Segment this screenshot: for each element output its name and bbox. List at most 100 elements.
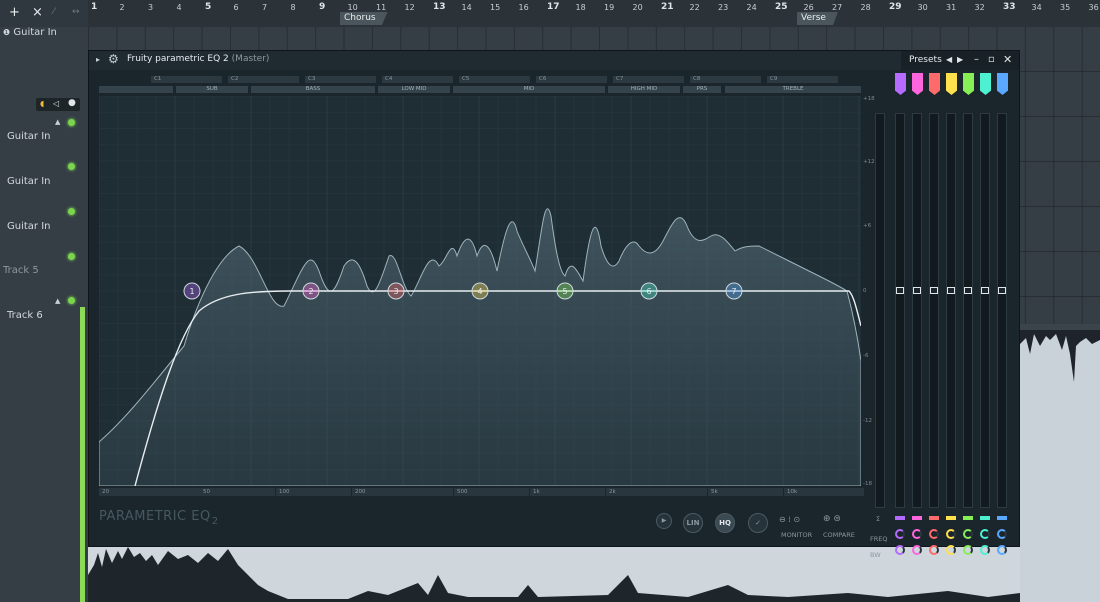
lin-button[interactable]: LIN bbox=[683, 513, 703, 533]
eq-band-node[interactable]: 4 bbox=[471, 282, 489, 300]
track-led[interactable] bbox=[68, 119, 75, 126]
track-controls[interactable]: ◖ ◁ ● bbox=[36, 98, 80, 111]
track-label[interactable]: ❶ Guitar In bbox=[3, 27, 57, 38]
band-type-tag[interactable] bbox=[929, 73, 940, 95]
band-gain-handle[interactable] bbox=[981, 287, 989, 294]
track-led[interactable] bbox=[68, 297, 75, 304]
band-gain-handle[interactable] bbox=[964, 287, 972, 294]
band-type-tag[interactable] bbox=[963, 73, 974, 95]
band-strips[interactable]: Σ FREQ BW bbox=[870, 73, 1019, 559]
band-type-tag[interactable] bbox=[946, 73, 957, 95]
pencil-icon[interactable]: ⁄ bbox=[53, 7, 55, 17]
prev-preset-icon[interactable]: ◀ bbox=[946, 55, 952, 64]
presets-button[interactable]: Presets bbox=[909, 55, 942, 65]
track-label[interactable]: Track 5 bbox=[3, 265, 39, 276]
maximize-icon[interactable]: ▫ bbox=[988, 54, 995, 65]
eq-band-node[interactable]: 1 bbox=[183, 282, 201, 300]
freq-knob[interactable] bbox=[912, 529, 922, 539]
mute-icon[interactable]: ◁ bbox=[53, 99, 59, 108]
band-type-tag[interactable] bbox=[912, 73, 923, 95]
track-label[interactable]: Guitar In bbox=[7, 176, 51, 187]
play-button[interactable]: ▶ bbox=[656, 513, 672, 529]
band-gain-handle[interactable] bbox=[930, 287, 938, 294]
band-type-tag[interactable] bbox=[895, 73, 906, 95]
track-led[interactable] bbox=[68, 163, 75, 170]
bw-knob[interactable] bbox=[929, 545, 939, 555]
band-gain-strip[interactable] bbox=[895, 113, 905, 508]
band-gain-handle[interactable] bbox=[998, 287, 1006, 294]
freq-knob[interactable] bbox=[929, 529, 939, 539]
section-marker[interactable]: Verse bbox=[797, 12, 838, 25]
band-type-tag[interactable] bbox=[980, 73, 991, 95]
eq-curve-svg[interactable]: 1 2 3 4 5 6 7 bbox=[99, 96, 861, 486]
bw-knob[interactable] bbox=[946, 545, 956, 555]
band-label: TREBLE bbox=[725, 86, 861, 93]
audio-waveform[interactable] bbox=[1020, 324, 1100, 602]
eq-band-node[interactable]: 3 bbox=[387, 282, 405, 300]
close-icon[interactable]: × bbox=[32, 5, 43, 20]
eq-plugin-window[interactable]: ▸ ⚙ Fruity parametric EQ 2 (Master) Pres… bbox=[88, 50, 1020, 559]
minimize-icon[interactable]: – bbox=[974, 54, 979, 65]
band-gain-strip[interactable] bbox=[997, 113, 1007, 508]
freq-knob[interactable] bbox=[895, 529, 905, 539]
band-gain-strip[interactable] bbox=[912, 113, 922, 508]
collapse-icon[interactable]: ▲ bbox=[55, 297, 60, 305]
monitor-label[interactable]: MONITOR bbox=[781, 531, 812, 539]
track-led[interactable] bbox=[68, 208, 75, 215]
band-type-tag[interactable] bbox=[997, 73, 1008, 95]
band-gain-strip[interactable] bbox=[963, 113, 973, 508]
compare-controls-icon[interactable]: ⊕ ⊜ bbox=[823, 514, 841, 524]
band-gain-strip[interactable] bbox=[980, 113, 990, 508]
eq-title-bar[interactable]: ▸ ⚙ Fruity parametric EQ 2 (Master) Pres… bbox=[89, 51, 1019, 70]
expand-arrow-icon[interactable]: ▸ bbox=[96, 55, 100, 64]
band-gain-strip[interactable] bbox=[929, 113, 939, 508]
band-gain-strip[interactable] bbox=[946, 113, 956, 508]
freq-row-label: FREQ bbox=[870, 535, 888, 543]
freq-label: 5k bbox=[708, 488, 783, 496]
track-label[interactable]: Track 6 bbox=[7, 310, 43, 321]
ruler-tick: 6 bbox=[233, 3, 239, 12]
record-icon[interactable]: ● bbox=[68, 98, 76, 108]
timeline-ruler[interactable]: 1 2 3 4 5 6 7 8 9 10 11 12 13 14 15 16 17 18 19 20 21 22 23 24 2… bbox=[88, 0, 1100, 27]
eq-band-node[interactable]: 7 bbox=[725, 282, 743, 300]
freq-label: 10k bbox=[784, 488, 864, 496]
freq-label: 1k bbox=[530, 488, 605, 496]
hq-button[interactable]: HQ bbox=[715, 513, 735, 533]
bw-knob[interactable] bbox=[912, 545, 922, 555]
note-label: C4 bbox=[382, 76, 453, 83]
eq-band-node[interactable]: 5 bbox=[556, 282, 574, 300]
arrows-icon[interactable]: ↔ bbox=[72, 7, 80, 17]
add-icon[interactable]: + bbox=[9, 5, 20, 20]
check-button[interactable]: ✓ bbox=[748, 513, 768, 533]
track-led[interactable] bbox=[68, 253, 75, 260]
band-gain-handle[interactable] bbox=[896, 287, 904, 294]
collapse-icon[interactable]: ▲ bbox=[55, 118, 60, 126]
eq-band-node[interactable]: 6 bbox=[640, 282, 658, 300]
band-gain-handle[interactable] bbox=[913, 287, 921, 294]
next-preset-icon[interactable]: ▶ bbox=[957, 55, 963, 64]
bw-knob[interactable] bbox=[997, 545, 1007, 555]
close-window-icon[interactable]: ✕ bbox=[1003, 53, 1012, 66]
compare-label[interactable]: COMPARE bbox=[823, 531, 855, 539]
ruler-tick: 9 bbox=[319, 2, 326, 12]
monitor-controls-icon[interactable]: ⊖ ⁞ ⊙ bbox=[779, 515, 800, 524]
freq-knob[interactable] bbox=[946, 529, 956, 539]
section-marker[interactable]: Chorus bbox=[340, 12, 388, 25]
playlist-toolbar: + × ⁄ ↔ bbox=[0, 0, 88, 27]
eq-band-node[interactable]: 2 bbox=[302, 282, 320, 300]
bw-knob[interactable] bbox=[980, 545, 990, 555]
track-label[interactable]: Guitar In bbox=[7, 221, 51, 232]
eq-graph[interactable]: 1 2 3 4 5 6 7 bbox=[99, 96, 861, 486]
freq-knob[interactable] bbox=[980, 529, 990, 539]
speaker-icon[interactable]: ◖ bbox=[40, 99, 44, 108]
band-gain-handle[interactable] bbox=[947, 287, 955, 294]
freq-knob[interactable] bbox=[963, 529, 973, 539]
gear-icon[interactable]: ⚙ bbox=[108, 52, 119, 66]
bw-knob[interactable] bbox=[895, 545, 905, 555]
plugin-logo: PARAMETRIC EQ2 bbox=[99, 509, 219, 527]
master-gain-strip[interactable] bbox=[875, 113, 885, 508]
freq-knob[interactable] bbox=[997, 529, 1007, 539]
band-color-bar bbox=[997, 516, 1007, 520]
track-label[interactable]: Guitar In bbox=[7, 131, 51, 142]
bw-knob[interactable] bbox=[963, 545, 973, 555]
